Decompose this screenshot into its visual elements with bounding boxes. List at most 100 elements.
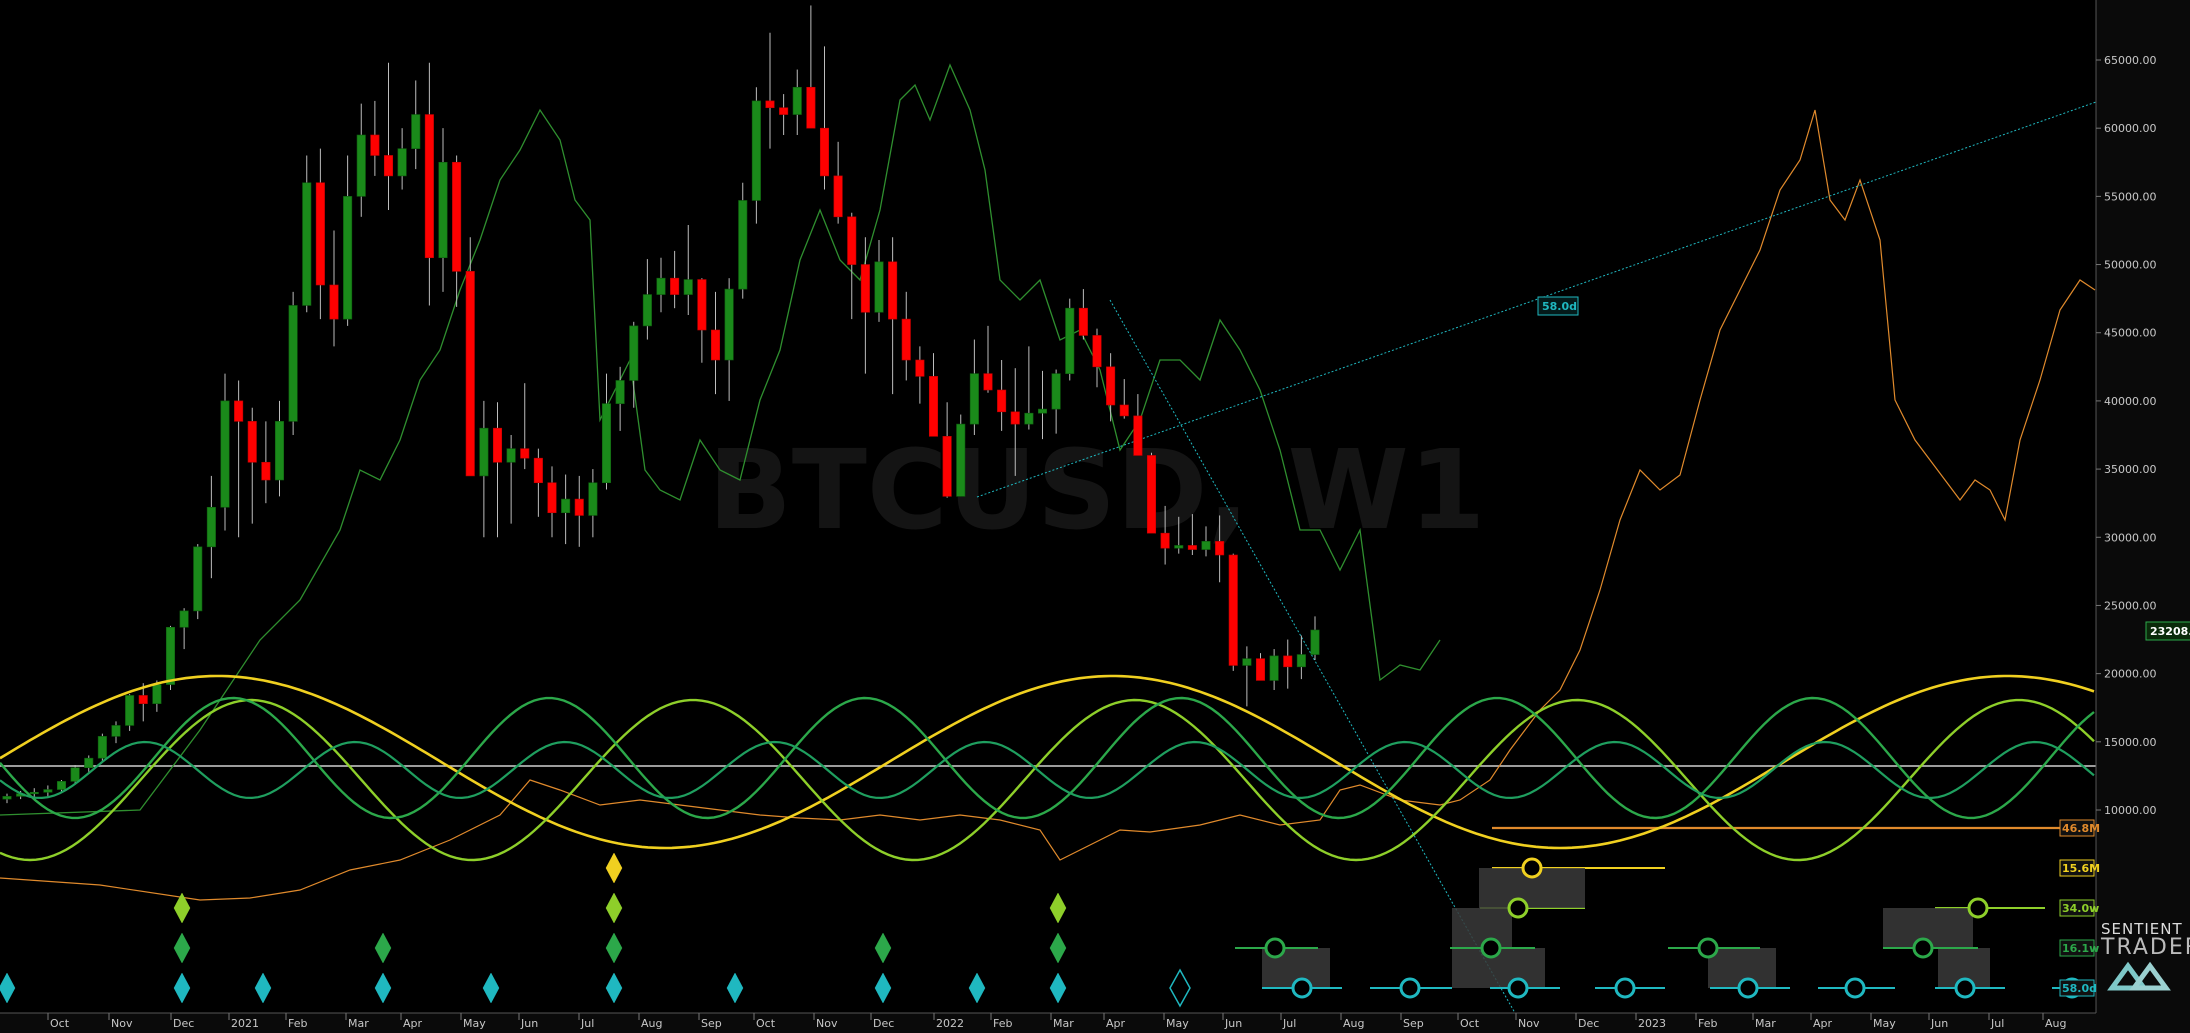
projected-trough-16.1w-icon[interactable] bbox=[1697, 937, 1719, 959]
candle-up bbox=[302, 182, 312, 306]
projected-trough-34.0w-icon[interactable] bbox=[1507, 897, 1529, 919]
candle-up bbox=[1065, 307, 1075, 374]
time-tick-label: Nov bbox=[111, 1017, 133, 1030]
candle-up bbox=[479, 427, 489, 477]
candle-down bbox=[1010, 411, 1020, 425]
projected-trough-58.0d-icon[interactable] bbox=[1291, 977, 1313, 999]
candle-up bbox=[642, 294, 652, 327]
time-tick-label: Oct bbox=[1460, 1017, 1480, 1030]
time-tick-label: Jun bbox=[1930, 1017, 1948, 1030]
price-axis-panel[interactable] bbox=[2096, 0, 2190, 1033]
candle-up bbox=[1242, 658, 1252, 666]
time-tick-label: May bbox=[463, 1017, 486, 1030]
projected-trough-34.0w-icon[interactable] bbox=[1967, 897, 1989, 919]
candle-up bbox=[724, 288, 734, 361]
candle-down bbox=[492, 427, 503, 463]
time-tick-label: Jun bbox=[1224, 1017, 1242, 1030]
candle-down bbox=[1187, 545, 1197, 550]
time-tick-label: May bbox=[1166, 1017, 1189, 1030]
candle-down bbox=[888, 261, 898, 320]
last-price-tag: 23208.10 bbox=[2145, 621, 2190, 641]
projected-trough-58.0d-icon[interactable] bbox=[1399, 977, 1421, 999]
time-tick-label: Mar bbox=[1053, 1017, 1074, 1030]
candle-up bbox=[220, 400, 230, 508]
price-tick-label: 10000.00 bbox=[2104, 804, 2157, 817]
cycle-tag-label: 46.8M bbox=[2062, 822, 2100, 835]
candle-up bbox=[206, 506, 216, 548]
time-tick-label: Feb bbox=[1698, 1017, 1717, 1030]
time-tick-label: Oct bbox=[756, 1017, 776, 1030]
candle-up bbox=[629, 325, 639, 381]
candle-up bbox=[179, 610, 189, 628]
candle-down bbox=[1092, 335, 1102, 368]
candle-down bbox=[710, 329, 721, 361]
projected-trough-16.1w-icon[interactable] bbox=[1264, 937, 1286, 959]
candle-down bbox=[520, 448, 530, 459]
candle-up bbox=[506, 448, 516, 463]
candle-down bbox=[1146, 455, 1157, 534]
time-tick-label: Sep bbox=[1403, 1017, 1424, 1030]
projected-trough-58.0d-icon[interactable] bbox=[1507, 977, 1529, 999]
candle-down bbox=[315, 182, 325, 286]
candle-up bbox=[1024, 412, 1034, 425]
phasing-projection-box bbox=[1452, 908, 1512, 948]
projected-trough-16.1w-icon[interactable] bbox=[1480, 937, 1502, 959]
candle-down bbox=[779, 107, 789, 115]
candle-down bbox=[465, 271, 475, 477]
symbol-watermark: BTCUSD, W1 bbox=[708, 426, 1485, 554]
candle-down bbox=[765, 100, 775, 109]
candle-up bbox=[152, 684, 162, 704]
candle-up bbox=[274, 421, 285, 481]
time-tick-label: 2022 bbox=[936, 1017, 964, 1030]
candle-down bbox=[234, 400, 244, 422]
candle-down bbox=[901, 318, 911, 361]
candle-up bbox=[70, 767, 80, 782]
candle-up bbox=[874, 261, 884, 313]
candle-down bbox=[1106, 366, 1116, 406]
projected-trough-58.0d-icon[interactable] bbox=[1844, 977, 1866, 999]
candle-up bbox=[397, 148, 407, 177]
price-tick-label: 50000.00 bbox=[2104, 259, 2157, 272]
price-tick-label: 30000.00 bbox=[2104, 531, 2157, 544]
candle-down bbox=[997, 389, 1007, 413]
candle-down bbox=[1255, 658, 1266, 681]
candle-down bbox=[942, 436, 952, 497]
candle-down bbox=[547, 482, 557, 514]
cycle-tag-label: 58.0d bbox=[2062, 982, 2097, 995]
candle-up bbox=[1201, 541, 1211, 550]
candle-up bbox=[43, 789, 53, 793]
candle-up bbox=[343, 196, 353, 320]
time-axis-panel[interactable] bbox=[0, 1013, 2190, 1033]
projected-trough-58.0d-icon[interactable] bbox=[1614, 977, 1636, 999]
time-tick-label: Sep bbox=[701, 1017, 722, 1030]
candle-down bbox=[928, 376, 939, 437]
time-tick-label: Feb bbox=[288, 1017, 307, 1030]
time-tick-label: Feb bbox=[993, 1017, 1012, 1030]
candle-down bbox=[915, 359, 925, 377]
price-tick-label: 35000.00 bbox=[2104, 463, 2157, 476]
projected-trough-58.0d-icon[interactable] bbox=[1737, 977, 1759, 999]
time-tick-label: Dec bbox=[1578, 1017, 1599, 1030]
time-tick-label: Apr bbox=[403, 1017, 423, 1030]
candle-down bbox=[1228, 554, 1238, 666]
projected-trough-15.6M-icon[interactable] bbox=[1521, 857, 1543, 879]
projected-trough-16.1w-icon[interactable] bbox=[1912, 937, 1934, 959]
candle-up bbox=[561, 498, 571, 514]
candle-up bbox=[1310, 629, 1320, 655]
last-price-value: 23208.10 bbox=[2150, 625, 2190, 638]
btcusd-weekly-chart[interactable]: BTCUSD, W1 65000.00 60000.00 55000.00 50000… bbox=[0, 0, 2190, 1033]
price-tick-label: 40000.00 bbox=[2104, 395, 2157, 408]
candle-down bbox=[983, 373, 993, 391]
candle-up bbox=[1174, 545, 1184, 549]
candle-down bbox=[860, 264, 870, 313]
brand-line2: TRADER bbox=[2100, 935, 2190, 960]
candle-down bbox=[806, 86, 816, 129]
trendline-label-text: 58.0d bbox=[1542, 300, 1577, 313]
candle-down bbox=[1078, 307, 1088, 336]
candle-up bbox=[56, 781, 67, 790]
projected-trough-58.0d-icon[interactable] bbox=[1954, 977, 1976, 999]
candle-up bbox=[1269, 655, 1279, 681]
candle-up bbox=[615, 380, 625, 404]
candle-down bbox=[819, 127, 830, 177]
candle-down bbox=[370, 134, 380, 156]
